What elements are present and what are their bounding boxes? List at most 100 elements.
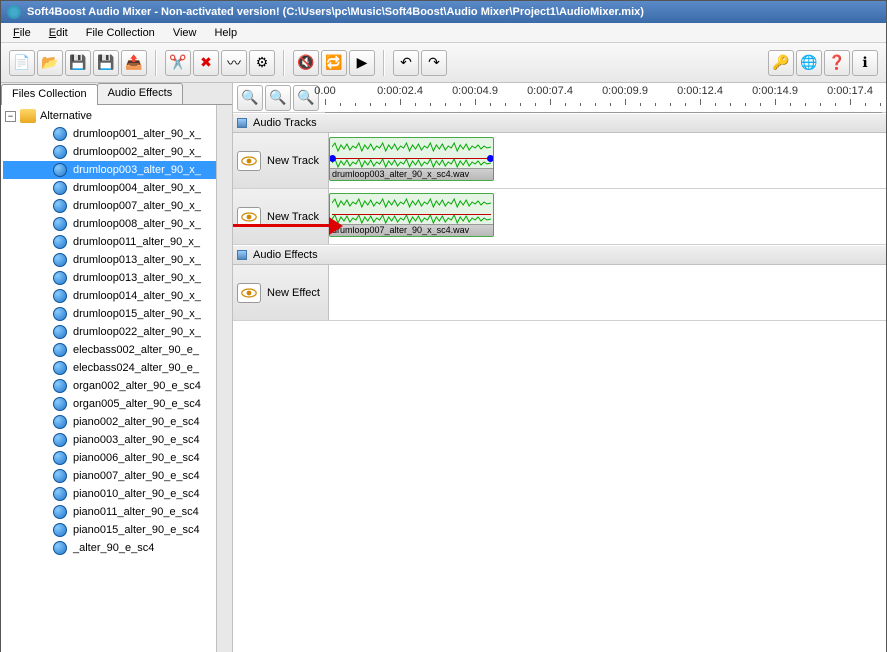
audio-clip[interactable]: drumloop003_alter_90_x_sc4.wav	[329, 137, 494, 181]
file-item[interactable]: elecbass024_alter_90_e_	[3, 359, 230, 377]
file-item[interactable]: piano010_alter_90_e_sc4	[3, 485, 230, 503]
undo-button[interactable]: ↶	[393, 50, 419, 76]
menu-file-collection[interactable]: File Collection	[78, 25, 163, 41]
file-item[interactable]: drumloop014_alter_90_x_	[3, 287, 230, 305]
tab-files-collection[interactable]: Files Collection	[1, 84, 98, 105]
file-item[interactable]: piano002_alter_90_e_sc4	[3, 413, 230, 431]
audio-tracks-header[interactable]: Audio Tracks	[233, 113, 886, 133]
file-item[interactable]: drumloop013_alter_90_x_	[3, 269, 230, 287]
file-label: elecbass024_alter_90_e_	[73, 362, 199, 374]
settings-button[interactable]: ⚙	[249, 50, 275, 76]
menu-bar: File Edit File Collection View Help	[1, 23, 886, 43]
section-icon	[237, 250, 247, 260]
ruler-label: 0:00:04.9	[452, 85, 498, 97]
file-item[interactable]: elecbass002_alter_90_e_	[3, 341, 230, 359]
file-item[interactable]: drumloop013_alter_90_x_	[3, 251, 230, 269]
file-item[interactable]: drumloop007_alter_90_x_	[3, 197, 230, 215]
file-item[interactable]: drumloop004_alter_90_x_	[3, 179, 230, 197]
menu-view[interactable]: View	[165, 25, 205, 41]
eye-icon[interactable]	[237, 207, 261, 227]
file-item[interactable]: drumloop011_alter_90_x_	[3, 233, 230, 251]
file-item[interactable]: piano015_alter_90_e_sc4	[3, 521, 230, 539]
tab-audio-effects[interactable]: Audio Effects	[97, 83, 184, 104]
new-button[interactable]: 📄	[9, 50, 35, 76]
volume-handle[interactable]	[329, 155, 336, 162]
menu-edit[interactable]: Edit	[41, 25, 76, 41]
loop-play-button[interactable]: ▶	[349, 50, 375, 76]
file-item[interactable]: piano011_alter_90_e_sc4	[3, 503, 230, 521]
file-item[interactable]: piano007_alter_90_e_sc4	[3, 467, 230, 485]
eye-icon[interactable]	[237, 283, 261, 303]
redo-button[interactable]: ↷	[421, 50, 447, 76]
menu-help[interactable]: Help	[206, 25, 245, 41]
timeline-panel: 🔍 🔍 🔍 0.000:00:02.40:00:04.90:00:07.40:0…	[233, 83, 886, 652]
about-button[interactable]: ℹ	[852, 50, 878, 76]
file-item[interactable]: _alter_90_e_sc4	[3, 539, 230, 557]
audio-icon	[53, 415, 67, 429]
file-item[interactable]: piano003_alter_90_e_sc4	[3, 431, 230, 449]
file-item[interactable]: drumloop003_alter_90_x_	[3, 161, 230, 179]
eye-icon[interactable]	[237, 151, 261, 171]
ruler-label: 0:00:07.4	[527, 85, 573, 97]
audio-icon	[53, 505, 67, 519]
audio-icon	[53, 451, 67, 465]
audio-icon	[53, 397, 67, 411]
track-content[interactable]: drumloop007_alter_90_x_sc4.wav	[329, 189, 886, 244]
audio-clip[interactable]: drumloop007_alter_90_x_sc4.wav	[329, 193, 494, 237]
audio-track: New Trackdrumloop007_alter_90_x_sc4.wav	[233, 189, 886, 245]
file-item[interactable]: piano006_alter_90_e_sc4	[3, 449, 230, 467]
audio-icon	[53, 127, 67, 141]
loop-button[interactable]: 🔁	[321, 50, 347, 76]
audio-icon	[53, 289, 67, 303]
volume-line[interactable]	[332, 214, 491, 215]
file-item[interactable]: drumloop001_alter_90_x_	[3, 125, 230, 143]
menu-file[interactable]: File	[5, 25, 39, 41]
file-item[interactable]: drumloop015_alter_90_x_	[3, 305, 230, 323]
file-label: drumloop007_alter_90_x_	[73, 200, 201, 212]
save-button[interactable]: 💾	[65, 50, 91, 76]
volume-handle[interactable]	[487, 155, 494, 162]
zoom-out-button[interactable]: 🔍	[265, 85, 291, 111]
file-label: piano002_alter_90_e_sc4	[73, 416, 200, 428]
mute-button[interactable]: 🔇	[293, 50, 319, 76]
file-label: drumloop003_alter_90_x_	[73, 164, 201, 176]
file-label: organ002_alter_90_e_sc4	[73, 380, 201, 392]
open-button[interactable]: 📂	[37, 50, 63, 76]
delete-button[interactable]: ✖	[193, 50, 219, 76]
effect-track: New Effect	[233, 265, 886, 321]
trim-button[interactable]: 〰	[221, 50, 247, 76]
audio-icon	[53, 379, 67, 393]
save-as-button[interactable]: 💾	[93, 50, 119, 76]
web-button[interactable]: 🌐	[796, 50, 822, 76]
file-label: drumloop011_alter_90_x_	[73, 236, 200, 248]
time-ruler[interactable]: 0.000:00:02.40:00:04.90:00:07.40:00:09.9…	[325, 83, 882, 113]
file-tree: − Alternative drumloop001_alter_90_x_dru…	[1, 105, 232, 652]
audio-effects-header[interactable]: Audio Effects	[233, 245, 886, 265]
track-header[interactable]: New Track	[233, 133, 329, 188]
cut-button[interactable]: ✂️	[165, 50, 191, 76]
scrollbar[interactable]	[216, 105, 232, 652]
key-button[interactable]: 🔑	[768, 50, 794, 76]
file-item[interactable]: drumloop002_alter_90_x_	[3, 143, 230, 161]
ruler-label: 0:00:17.4	[827, 85, 873, 97]
zoom-in-button[interactable]: 🔍	[237, 85, 263, 111]
audio-icon	[53, 199, 67, 213]
audio-icon	[53, 163, 67, 177]
file-label: drumloop015_alter_90_x_	[73, 308, 201, 320]
app-icon	[7, 5, 21, 19]
file-item[interactable]: drumloop022_alter_90_x_	[3, 323, 230, 341]
help-button[interactable]: ❓	[824, 50, 850, 76]
file-item[interactable]: organ005_alter_90_e_sc4	[3, 395, 230, 413]
audio-icon	[53, 217, 67, 231]
audio-icon	[53, 253, 67, 267]
folder-row[interactable]: − Alternative	[3, 107, 230, 125]
file-item[interactable]: organ002_alter_90_e_sc4	[3, 377, 230, 395]
track-content[interactable]: drumloop003_alter_90_x_sc4.wav	[329, 133, 886, 188]
collapse-icon[interactable]: −	[5, 111, 16, 122]
track-header[interactable]: New Track	[233, 189, 329, 244]
effect-header[interactable]: New Effect	[233, 265, 329, 320]
export-button[interactable]: 📤	[121, 50, 147, 76]
file-item[interactable]: drumloop008_alter_90_x_	[3, 215, 230, 233]
effect-content[interactable]	[329, 265, 886, 320]
volume-line[interactable]	[332, 158, 491, 159]
